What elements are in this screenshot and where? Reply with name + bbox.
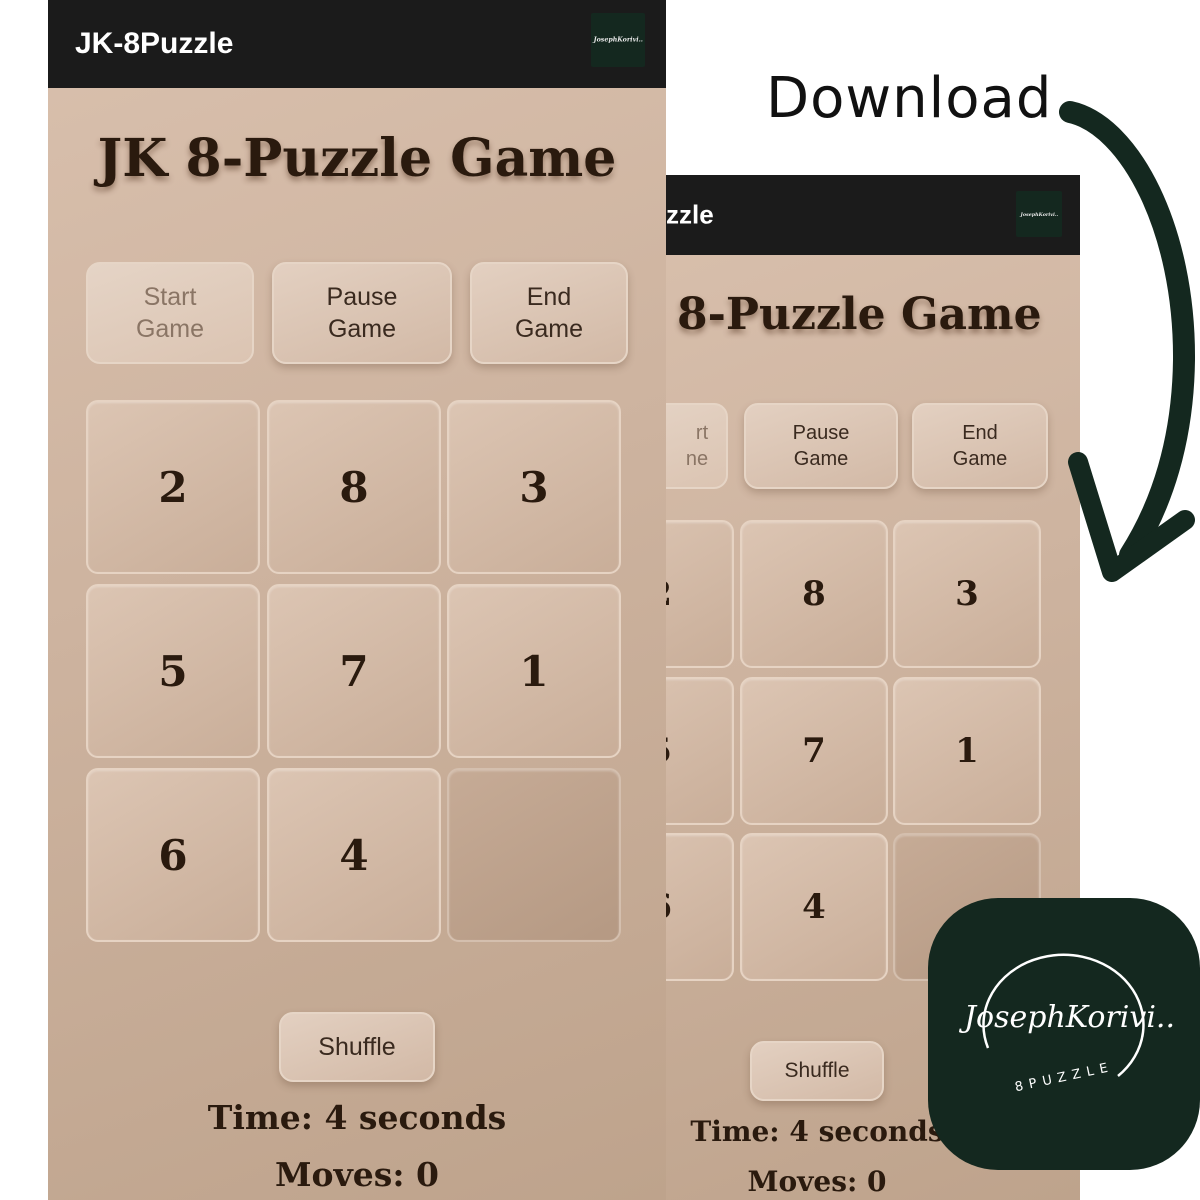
time-display-secondary: Time: 4 seconds <box>690 1115 944 1148</box>
app-bar-title: JK-8Puzzle <box>75 27 234 60</box>
tile-5-secondary[interactable]: 7 <box>740 677 888 825</box>
tile-3[interactable]: 3 <box>447 400 621 574</box>
tile-1-secondary[interactable]: 2 <box>666 520 734 668</box>
moves-display: Moves: 0 <box>275 1155 439 1194</box>
start-line2: ne <box>685 448 709 470</box>
pause-game-label-secondary: Pause Game <box>792 422 850 470</box>
start-line1: rt <box>695 422 709 444</box>
tile-2-secondary[interactable]: 8 <box>740 520 888 668</box>
tile-5[interactable]: 7 <box>267 584 441 758</box>
end-game-button[interactable]: End Game <box>470 262 628 364</box>
tile-empty[interactable] <box>447 768 621 942</box>
time-display: Time: 4 seconds <box>207 1098 507 1137</box>
tile-7-secondary[interactable]: 6 <box>666 833 734 981</box>
page-title-secondary: 8-Puzzle Game <box>677 289 1042 340</box>
app-logo-icon-secondary[interactable]: JosephKorivi.. <box>1016 191 1062 237</box>
shuffle-button-secondary[interactable]: Shuffle <box>750 1041 884 1101</box>
tile-3-secondary[interactable]: 3 <box>893 520 1041 668</box>
tile-4[interactable]: 5 <box>86 584 260 758</box>
moves-display-secondary: Moves: 0 <box>747 1165 887 1198</box>
start-game-button[interactable]: Start Game <box>86 262 254 364</box>
end-game-label: End Game <box>514 282 584 344</box>
tile-8[interactable]: 4 <box>267 768 441 942</box>
shuffle-button[interactable]: Shuffle <box>279 1012 435 1082</box>
start-game-button-secondary[interactable]: rt ne <box>666 403 728 489</box>
page-title: JK 8-Puzzle Game <box>97 128 617 189</box>
tile-6-secondary[interactable]: 1 <box>893 677 1041 825</box>
tile-8-secondary[interactable]: 4 <box>740 833 888 981</box>
tile-7[interactable]: 6 <box>86 768 260 942</box>
tile-4-secondary[interactable]: 5 <box>666 677 734 825</box>
tile-1[interactable]: 2 <box>86 400 260 574</box>
app-logo-text: JosephKorivi.. <box>593 36 643 44</box>
app-logo-icon[interactable]: JosephKorivi.. <box>591 13 645 67</box>
app-bar-secondary: zzle JosephKorivi.. <box>666 175 1080 255</box>
tile-2[interactable]: 8 <box>267 400 441 574</box>
app-icon-large: JosephKorivi.. 8PUZZLE <box>928 898 1200 1170</box>
pause-game-label: Pause Game <box>326 282 398 344</box>
pause-game-button[interactable]: Pause Game <box>272 262 452 364</box>
end-game-label-secondary: End Game <box>952 422 1008 470</box>
logo-signature-text: JosephKorivi.. <box>964 1000 1175 1035</box>
download-label: Download <box>766 66 1053 131</box>
phone-screenshot-main: JK-8Puzzle JosephKorivi.. JK 8-Puzzle Ga… <box>48 0 666 1200</box>
start-game-label: Start Game <box>135 282 205 344</box>
app-logo-text-secondary: JosephKorivi.. <box>1020 211 1058 217</box>
tile-6[interactable]: 1 <box>447 584 621 758</box>
app-bar: JK-8Puzzle JosephKorivi.. <box>48 0 666 88</box>
end-game-button-secondary[interactable]: End Game <box>912 403 1048 489</box>
shuffle-label-secondary: Shuffle <box>784 1059 850 1083</box>
start-game-label-secondary: rt ne <box>666 420 708 472</box>
shuffle-label: Shuffle <box>318 1032 396 1061</box>
app-bar-title-secondary: zzle <box>666 199 714 230</box>
pause-game-button-secondary[interactable]: Pause Game <box>744 403 898 489</box>
